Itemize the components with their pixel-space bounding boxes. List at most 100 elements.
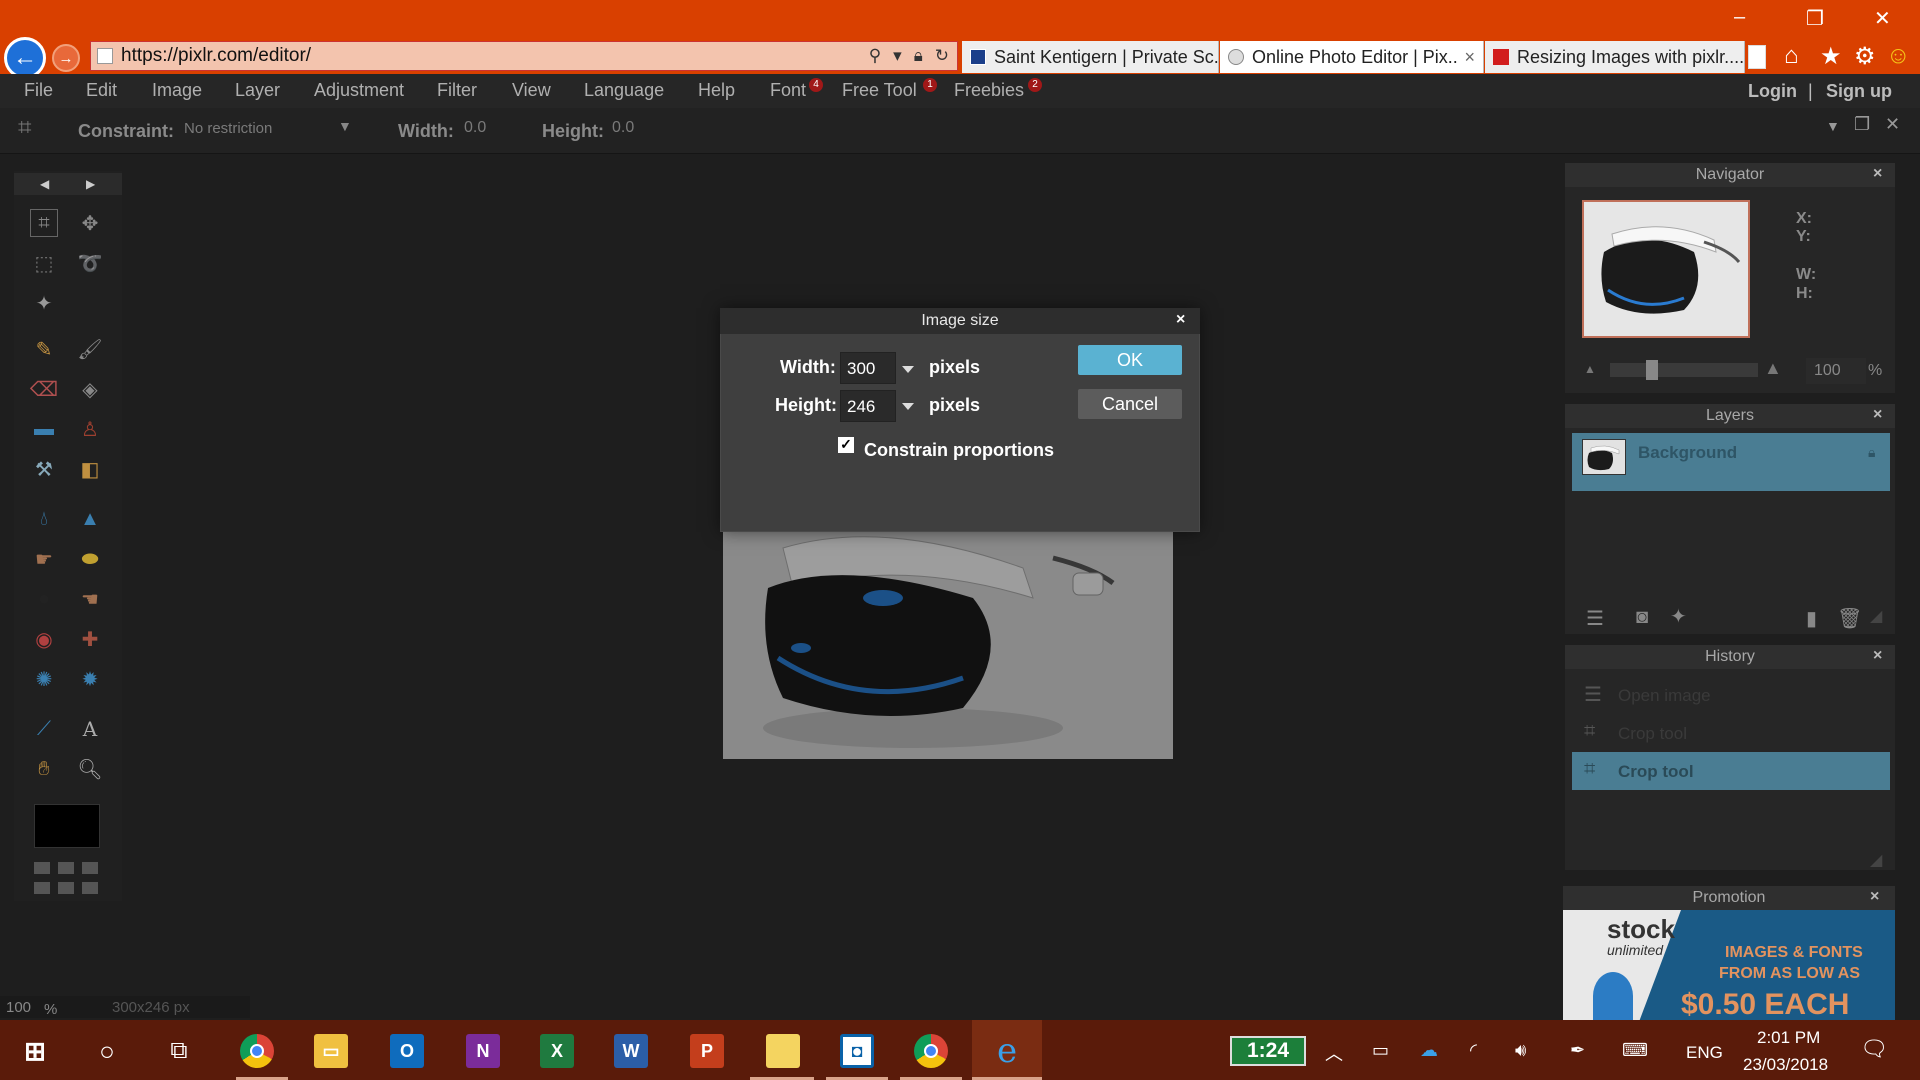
login-link[interactable]: Login <box>1748 81 1797 102</box>
height-input[interactable]: 246 <box>840 390 896 422</box>
gradient-tool-icon[interactable]: ▬ <box>30 415 58 443</box>
onenote-icon[interactable]: N <box>466 1034 500 1068</box>
layer-styles-icon[interactable]: ✦ <box>1670 604 1687 629</box>
hand-tool-icon[interactable]: ✋︎ <box>30 755 58 783</box>
chrome-alt-icon[interactable] <box>914 1034 948 1068</box>
layer-mask-icon[interactable]: ◙ <box>1636 606 1648 629</box>
favorites-star-icon[interactable]: ★ <box>1820 42 1842 71</box>
menu-edit[interactable]: Edit <box>86 80 117 101</box>
menu-layer[interactable]: Layer <box>235 80 280 101</box>
dialog-close-icon[interactable]: × <box>1176 311 1185 329</box>
back-button[interactable]: ← <box>4 37 46 79</box>
grid-view-icon[interactable] <box>58 882 74 894</box>
menu-free-tool[interactable]: Free Tool <box>842 80 917 101</box>
resize-grip-icon[interactable]: ◢ <box>1870 850 1882 870</box>
clock-time[interactable]: 2:01 PM <box>1757 1028 1820 1048</box>
color-swatch[interactable] <box>34 804 100 848</box>
remote-app-icon[interactable]: ◘ <box>840 1034 874 1068</box>
menu-file[interactable]: File <box>24 80 53 101</box>
powerpoint-icon[interactable]: P <box>690 1034 724 1068</box>
grid-view-icon[interactable] <box>82 882 98 894</box>
pencil-tool-icon[interactable]: ✎ <box>30 335 58 363</box>
close-navigator-icon[interactable]: × <box>1873 165 1882 183</box>
promotion-banner[interactable]: stock unlimited IMAGES & FONTS FROM AS L… <box>1563 910 1895 1020</box>
magic-wand-icon[interactable]: ✦ <box>30 289 58 317</box>
zoom-in-icon[interactable]: ▲ <box>1764 358 1782 379</box>
lock-icon[interactable]: 🔒︎ <box>914 46 923 66</box>
constraint-select[interactable]: No restriction ▼ <box>178 114 354 144</box>
zoom-slider-handle[interactable] <box>1646 360 1658 380</box>
address-bar[interactable]: https://pixlr.com/editor/ ⚲ ▾ 🔒︎ ↻ <box>90 41 958 71</box>
zoom-input[interactable]: 100 <box>1806 358 1866 384</box>
zoom-tool-icon[interactable]: 🔍︎ <box>76 755 104 783</box>
task-view-icon[interactable]: ⧉ <box>162 1034 196 1068</box>
spot-heal-icon[interactable]: ✚ <box>76 625 104 653</box>
paint-bucket-icon[interactable]: ◈ <box>76 375 104 403</box>
tab-saint-kentigern[interactable]: Saint Kentigern | Private Sc... <box>962 41 1219 73</box>
close-tab-icon[interactable]: × <box>1464 47 1475 68</box>
panel-right-arrow-icon[interactable]: ▶ <box>86 177 95 191</box>
internet-explorer-icon[interactable]: e <box>990 1031 1024 1071</box>
canvas-image[interactable] <box>723 528 1173 759</box>
language-indicator[interactable]: ENG <box>1686 1043 1723 1063</box>
battery-icon[interactable]: ▭ <box>1372 1040 1389 1061</box>
chrome-icon[interactable] <box>240 1034 274 1068</box>
close-layers-icon[interactable]: × <box>1873 406 1882 424</box>
close-promotion-icon[interactable]: × <box>1870 888 1879 906</box>
type-tool-icon[interactable]: A <box>76 715 104 743</box>
collapse-icon[interactable]: ▼ <box>1826 118 1840 134</box>
zoom-out-icon[interactable]: ▲ <box>1584 362 1596 376</box>
tab-pixlr-editor[interactable]: Online Photo Editor | Pix... × <box>1220 41 1484 73</box>
dropdown-icon[interactable]: ▾ <box>893 46 902 66</box>
grid-view-icon[interactable] <box>34 862 50 874</box>
cortana-icon[interactable]: ○ <box>90 1034 124 1068</box>
keyboard-icon[interactable]: ⌨ <box>1622 1040 1648 1061</box>
excel-icon[interactable]: X <box>540 1034 574 1068</box>
blur-tool-icon[interactable]: 💧︎ <box>30 505 58 533</box>
menu-freebies[interactable]: Freebies <box>954 80 1024 101</box>
cancel-button[interactable]: Cancel <box>1078 389 1182 419</box>
red-eye-icon[interactable]: ◉ <box>30 625 58 653</box>
close-window-icon[interactable]: ✕ <box>1874 6 1891 31</box>
eraser-tool-icon[interactable]: ⌫ <box>30 375 58 403</box>
grid-view-icon[interactable] <box>58 862 74 874</box>
new-tab-button[interactable] <box>1748 45 1766 69</box>
new-layer-icon[interactable]: ▮ <box>1806 606 1817 631</box>
tab-resizing-images[interactable]: Resizing Images with pixlr.... <box>1485 41 1745 73</box>
clock-date[interactable]: 23/03/2018 <box>1743 1055 1828 1075</box>
refresh-icon[interactable]: ↻ <box>935 46 949 66</box>
grid-view-icon[interactable] <box>82 862 98 874</box>
dodge-tool-icon[interactable]: ☚ <box>76 585 104 613</box>
bloat-tool-icon[interactable]: ✺ <box>30 665 58 693</box>
forward-button[interactable]: → <box>52 44 80 72</box>
onedrive-icon[interactable]: ☁ <box>1420 1040 1438 1061</box>
ok-button[interactable]: OK <box>1078 345 1182 375</box>
panel-left-arrow-icon[interactable]: ◀ <box>40 177 49 191</box>
menu-help[interactable]: Help <box>698 80 735 101</box>
width-dropdown-icon[interactable] <box>902 366 914 373</box>
url-text[interactable]: https://pixlr.com/editor/ <box>121 45 869 67</box>
menu-font[interactable]: Font <box>770 80 806 101</box>
sharpen-tool-icon[interactable]: ▲ <box>76 505 104 533</box>
delete-layer-icon[interactable]: 🗑︎ <box>1837 606 1862 631</box>
menu-image[interactable]: Image <box>152 80 202 101</box>
history-item[interactable]: ☰ Open image <box>1572 676 1890 714</box>
lasso-tool-icon[interactable]: ➰ <box>76 249 104 277</box>
menu-filter[interactable]: Filter <box>437 80 477 101</box>
pinch-tool-icon[interactable]: ✹ <box>76 665 104 693</box>
color-picker-icon[interactable]: ⟋ <box>30 715 58 743</box>
crop-width-input[interactable]: 0.0 <box>460 114 510 144</box>
history-item-active[interactable]: ⌗ Crop tool <box>1572 752 1890 790</box>
outlook-icon[interactable]: O <box>390 1034 424 1068</box>
color-replace-icon[interactable]: ⚒ <box>30 455 58 483</box>
smudge-tool-icon[interactable]: ☛ <box>30 545 58 573</box>
restore-icon[interactable]: ❐ <box>1806 6 1824 31</box>
crop-height-input[interactable]: 0.0 <box>608 114 658 144</box>
grid-view-icon[interactable] <box>34 882 50 894</box>
zoom-slider[interactable] <box>1610 363 1758 377</box>
windows-start-icon[interactable]: ⊞ <box>18 1034 52 1068</box>
marquee-tool-icon[interactable]: ⬚ <box>30 249 58 277</box>
height-dropdown-icon[interactable] <box>902 403 914 410</box>
sticky-notes-icon[interactable] <box>766 1034 800 1068</box>
brush-tool-icon[interactable]: 🖌︎ <box>76 335 104 363</box>
